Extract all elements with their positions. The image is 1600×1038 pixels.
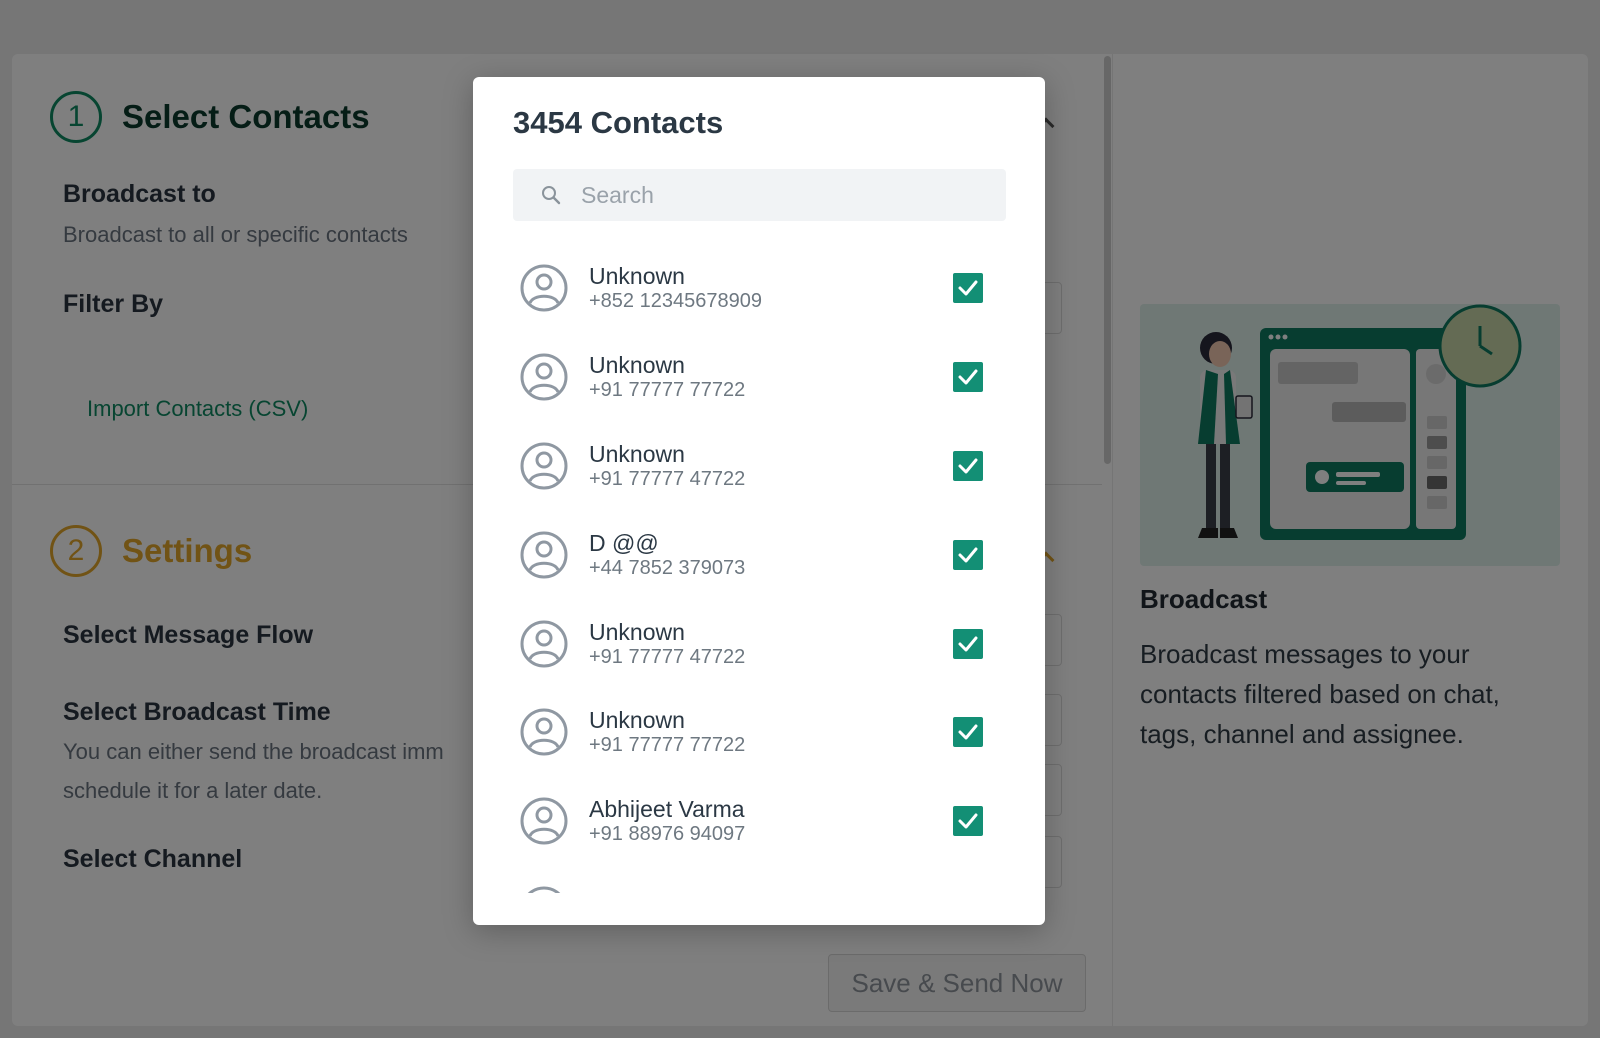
user-circle-icon [519,796,569,846]
search-input[interactable] [581,181,1001,209]
contact-name: Unknown [589,440,685,467]
contact-phone: +852 12345678909 [589,290,762,313]
contact-row[interactable]: D @@ +44 7852 379073 [513,510,1006,599]
contact-name: Unknown [589,707,685,734]
search-box[interactable] [513,169,1006,221]
contact-info: Unknown +852 12345678909 [589,263,953,313]
check-icon [957,366,979,388]
contact-phone: +91 77777 77722 [589,379,746,402]
contact-checkbox[interactable] [953,539,983,570]
modal-title: 3454 Contacts [513,105,724,140]
contact-phone: +91 77777 47722 [589,645,746,668]
contacts-list[interactable]: Unknown +852 12345678909 Unknown +91 77777 … [513,244,1006,893]
contact-info: Unknown +91 77777 77722 [589,707,953,757]
contact-name: Abhijeet Varma [589,796,745,823]
contact-checkbox[interactable] [953,717,983,748]
contact-row[interactable]: Abhijeet Varma +91 88976 94097 [513,777,1006,866]
check-icon [957,277,979,299]
check-icon [957,544,979,566]
contact-name: D @@ [589,529,659,556]
contact-checkbox[interactable] [953,273,983,304]
contact-info: Unknown +91 77777 47722 [589,441,953,491]
contact-name: Unknown [589,618,685,645]
check-icon [957,455,979,477]
check-icon [957,633,979,655]
contact-name: Unknown [589,263,685,290]
contact-phone: +91 88976 94097 [589,823,746,846]
contact-checkbox[interactable] [953,362,983,393]
contacts-modal: 3454 Contacts Unknown+852 12345678909Unk… [473,77,1045,925]
contact-info: Unknown +91 77777 47722 [589,619,953,669]
contact-phone: +91 77777 77722 [589,734,746,757]
contact-phone: +91 77777 47722 [589,467,746,490]
contact-row[interactable]: Unknown +91 77777 47722 [513,599,1006,688]
contact-row[interactable]: Unknown +852 12345678909 [513,244,1006,333]
check-icon [957,721,979,743]
check-icon [957,810,979,832]
user-circle-icon [519,530,569,580]
contact-checkbox[interactable] [953,628,983,659]
contact-info: D @@ +44 7852 379073 [589,530,953,580]
contact-row[interactable]: Unknown [513,866,1006,893]
user-circle-icon [519,441,569,491]
contact-info: Abhijeet Varma +91 88976 94097 [589,796,953,846]
contact-phone: +44 7852 379073 [589,556,746,579]
user-circle-icon [519,707,569,757]
search-icon [539,183,563,207]
contact-name: Unknown [589,352,685,379]
contact-info: Unknown +91 77777 77722 [589,352,953,402]
user-circle-icon [519,263,569,313]
contact-checkbox[interactable] [953,806,983,837]
user-circle-icon [519,352,569,402]
contact-row[interactable]: Unknown +91 77777 47722 [513,422,1006,511]
contact-row[interactable]: Unknown +91 77777 77722 [513,333,1006,422]
user-circle-icon [519,885,569,893]
contact-checkbox[interactable] [953,450,983,481]
user-circle-icon [519,619,569,669]
contact-row[interactable]: Unknown +91 77777 77722 [513,688,1006,777]
